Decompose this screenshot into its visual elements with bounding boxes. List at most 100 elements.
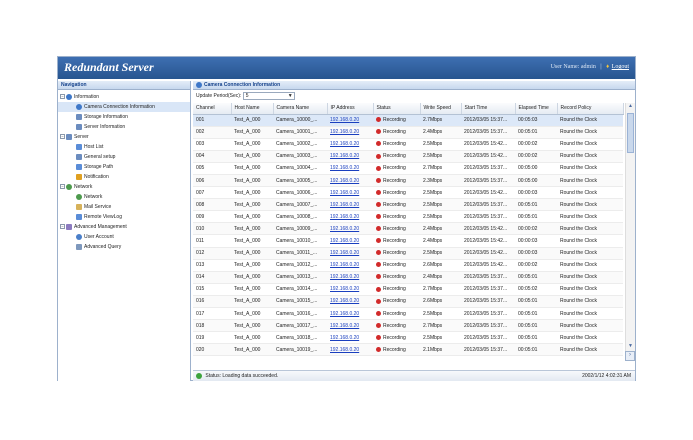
table-header-row: Channel Host Name Camera Name IP Address Sta… [193,103,624,115]
sidebar-item[interactable]: − Server [58,132,190,142]
table-row[interactable]: 008 Test_A_000 Camera_10007_... 192.168.0.2… [193,198,623,212]
table-row[interactable]: 005 Test_A_000 Camera_10004_... 192.168.0.2… [193,162,623,175]
table-row[interactable]: 009 Test_A_000 Camera_10008_... 192.168.0.2… [193,210,623,224]
chevron-down-icon[interactable]: ▼ [288,93,293,99]
column-header[interactable]: Camera Name [273,103,328,115]
ip-link[interactable]: 192.168.0.20 [327,222,373,236]
table-cell: Test_A_000 [231,319,273,333]
table-cell: Camera_10005_... [273,174,327,188]
ip-link[interactable]: 192.168.0.20 [327,283,373,296]
sidebar-item[interactable]: − Information [58,92,190,102]
sidebar-item[interactable]: Notification [58,172,190,182]
table-row[interactable]: 010 Test_A_000 Camera_10009_... 192.168.0.2… [193,222,623,236]
table-row[interactable]: 016 Test_A_000 Camera_10015_... 192.168.0.2… [193,295,623,309]
ip-link[interactable]: 192.168.0.20 [327,234,373,248]
table-cell: Round the Clock [557,307,623,321]
column-header[interactable]: Write Speed [420,103,462,115]
table-row[interactable]: 013 Test_A_000 Camera_10012_... 192.168.0.2… [193,259,623,272]
status-text: Recording [383,129,406,136]
collapse-toggle-icon[interactable]: − [60,94,65,100]
ip-link[interactable]: 192.168.0.20 [327,150,373,163]
vertical-scrollbar[interactable]: ▲ ▼ [625,103,635,351]
column-header[interactable]: Elapsed Time [515,103,558,115]
ip-link[interactable]: 192.168.0.20 [327,343,373,357]
sidebar-item-label: Notification [84,174,109,180]
sidebar-item[interactable]: Server Information [58,122,190,132]
table-cell: 013 [193,259,231,272]
table-cell: 2012/03/05 15:37... [461,114,515,127]
sidebar-item[interactable]: − Network [58,182,190,192]
column-header[interactable]: Host Name [231,103,274,115]
status-text: Recording [383,322,406,329]
table-row[interactable]: 018 Test_A_000 Camera_10017_... 192.168.0.2… [193,319,623,333]
recording-status-icon [376,250,381,256]
collapse-toggle-icon[interactable]: − [60,184,65,190]
sidebar-item[interactable]: Storage Information [58,112,190,122]
sidebar-item[interactable]: Remote ViewLog [58,212,190,222]
status-text: Recording [383,286,406,293]
table-row[interactable]: 020 Test_A_000 Camera_10019_... 192.168.0.2… [193,343,623,357]
ip-link[interactable]: 192.168.0.20 [327,307,373,321]
update-period-select[interactable]: 5 ▼ [242,91,295,100]
ip-link[interactable]: 192.168.0.20 [327,126,373,139]
ip-link[interactable]: 192.168.0.20 [327,247,373,260]
ip-link[interactable]: 192.168.0.20 [327,271,373,284]
table-row[interactable]: 017 Test_A_000 Camera_10016_... 192.168.0.2… [193,307,623,321]
column-header[interactable]: Start Time [461,103,516,115]
sidebar-item[interactable]: User Account [58,232,190,242]
table-cell: Camera_10010_... [273,234,327,248]
ip-link[interactable]: 192.168.0.20 [327,295,373,309]
column-header[interactable]: IP Address [327,103,374,115]
collapse-toggle-icon[interactable]: − [60,224,65,230]
ip-link[interactable]: 192.168.0.20 [327,138,373,151]
status-label: Status: [205,373,221,379]
ip-link[interactable]: 192.168.0.20 [327,259,373,272]
table-row[interactable]: 011 Test_A_000 Camera_10010_... 192.168.0.2… [193,234,623,248]
ip-link[interactable]: 192.168.0.20 [327,114,373,127]
check-icon [196,372,202,379]
scroll-down-icon[interactable]: ▼ [626,343,635,351]
sidebar-item[interactable]: Advanced Query [58,242,190,252]
sidebar-item[interactable]: Network [58,192,190,202]
scroll-up-icon[interactable]: ▲ [626,103,635,111]
logout-link[interactable]: Logout [612,64,629,70]
table-row[interactable]: 006 Test_A_000 Camera_10005_... 192.168.0.2… [193,174,623,188]
ip-link[interactable]: 192.168.0.20 [327,186,373,200]
ip-link[interactable]: 192.168.0.20 [327,210,373,224]
column-header[interactable]: Channel [193,103,232,115]
sidebar-item[interactable]: Mail Service [58,202,190,212]
collapse-toggle-icon[interactable]: − [60,134,65,140]
table-cell: Test_A_000 [231,174,273,188]
sidebar-item[interactable]: Storage Path [58,162,190,172]
table-row[interactable]: 015 Test_A_000 Camera_10014_... 192.168.0.2… [193,283,623,296]
table-row[interactable]: 004 Test_A_000 Camera_10003_... 192.168.0.2… [193,150,623,163]
ip-link[interactable]: 192.168.0.20 [327,331,373,345]
table-cell: 2012/03/05 15:42... [461,186,515,200]
table-row[interactable]: 003 Test_A_000 Camera_10002_... 192.168.0.2… [193,138,623,151]
table-row[interactable]: 019 Test_A_000 Camera_10018_... 192.168.0.2… [193,331,623,345]
sidebar-item[interactable]: Camera Connection Information [58,102,190,112]
ip-link[interactable]: 192.168.0.20 [327,162,373,175]
column-header[interactable]: Status [373,103,421,115]
scrollbar-thumb[interactable] [627,113,634,153]
table-cell: Camera_10003_... [273,150,327,163]
column-header[interactable]: Record Policy [557,103,624,115]
sidebar-item[interactable]: Host List [58,142,190,152]
table-cell: Camera_10006_... [273,186,327,200]
table-cell: 2.7Mbps [420,319,461,333]
sidebar-item[interactable]: − Advanced Management [58,222,190,232]
ip-link[interactable]: 192.168.0.20 [327,174,373,188]
table-row[interactable]: 012 Test_A_000 Camera_10011_... 192.168.0.2… [193,247,623,260]
table-row[interactable]: 007 Test_A_000 Camera_10006_... 192.168.0.2… [193,186,623,200]
folder-icon [76,163,82,170]
table-row[interactable]: 014 Test_A_000 Camera_10013_... 192.168.0.2… [193,271,623,284]
ip-link[interactable]: 192.168.0.20 [327,319,373,333]
table-row[interactable]: 001 Test_A_000 Camera_10000_... 192.168.0.2… [193,114,623,127]
table-cell: Test_A_000 [231,162,273,175]
network-icon [76,193,82,200]
scroll-right-icon[interactable]: › [625,351,635,361]
sidebar-item[interactable]: General setup [58,152,190,162]
table-cell: Round the Clock [557,271,623,284]
table-row[interactable]: 002 Test_A_000 Camera_10001_... 192.168.0.2… [193,126,623,139]
ip-link[interactable]: 192.168.0.20 [327,198,373,212]
